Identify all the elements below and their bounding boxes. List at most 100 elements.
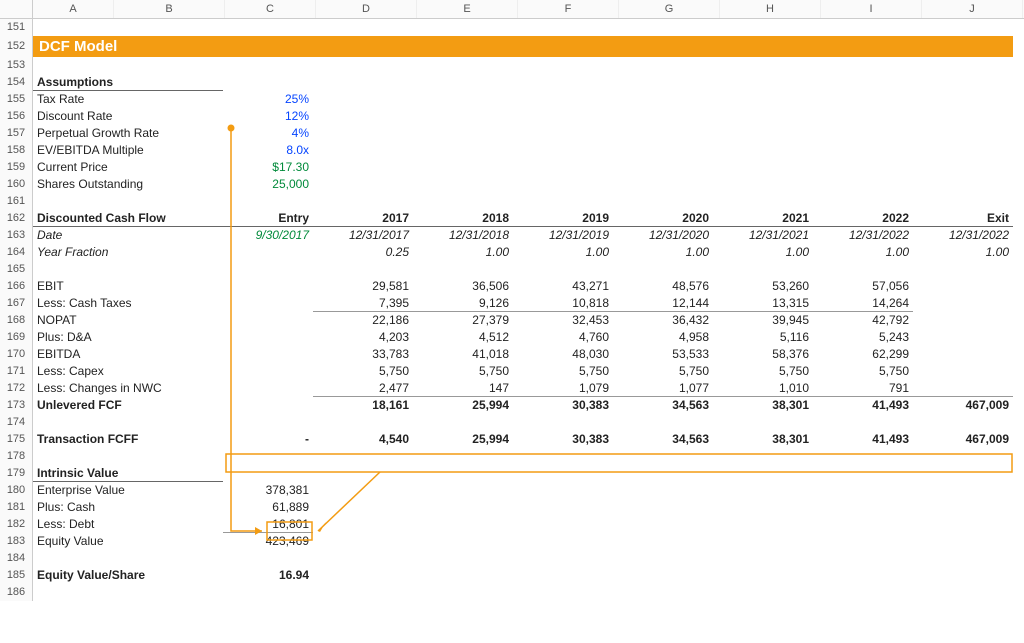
row-header-186[interactable]: 186 [0,584,33,601]
row-header-156[interactable]: 156 [0,108,33,125]
dcf-label-yfrac[interactable]: Year Fraction [33,244,223,261]
assumption-value-pgrowth[interactable]: 4% [223,125,313,142]
col-header-C[interactable]: C [225,0,316,18]
dcf-nwc-exit[interactable] [913,380,1013,397]
dcf-nwc-y2020[interactable]: 1,077 [613,380,713,397]
row-header-163[interactable]: 163 [0,227,33,244]
dcf-ebit-y2020[interactable]: 48,576 [613,278,713,295]
intrinsic-label-equity[interactable]: Equity Value [33,533,223,550]
dcf-tfcff-y2020[interactable]: 34,563 [613,431,713,448]
dcf-da-y2022[interactable]: 5,243 [813,329,913,346]
dcf-capex-y2019[interactable]: 5,750 [513,363,613,380]
intrinsic-label-ev[interactable]: Enterprise Value [33,482,223,499]
dcf-yfrac-y2019[interactable]: 1.00 [513,244,613,261]
dcf-yfrac-y2022[interactable]: 1.00 [813,244,913,261]
row-header-165[interactable]: 165 [0,261,33,278]
row-header-158[interactable]: 158 [0,142,33,159]
row-header-155[interactable]: 155 [0,91,33,108]
dcf-date-y2019[interactable]: 12/31/2019 [513,227,613,244]
dcf-yfrac-entry[interactable] [223,244,313,261]
intrinsic-value-debt[interactable]: 16,801 [223,516,313,533]
dcf-date-entry[interactable]: 9/30/2017 [223,227,313,244]
assumption-label-tax_rate[interactable]: Tax Rate [33,91,223,108]
dcf-nopat-y2020[interactable]: 36,432 [613,312,713,329]
row-header-171[interactable]: 171 [0,363,33,380]
row-header-181[interactable]: 181 [0,499,33,516]
row-header-173[interactable]: 173 [0,397,33,414]
dcf-tfcff-entry[interactable]: - [223,431,313,448]
dcf-yfrac-y2017[interactable]: 0.25 [313,244,413,261]
row-header-185[interactable]: 185 [0,567,33,584]
dcf-ufcf-y2019[interactable]: 30,383 [513,397,613,414]
dcf-nopat-y2022[interactable]: 42,792 [813,312,913,329]
dcf-ufcf-exit[interactable]: 467,009 [913,397,1013,414]
intrinsic-value-ev[interactable]: 378,381 [223,482,313,499]
dcf-ebitda-y2022[interactable]: 62,299 [813,346,913,363]
dcf-label-ufcf[interactable]: Unlevered FCF [33,397,223,414]
dcf-date-y2021[interactable]: 12/31/2021 [713,227,813,244]
row-header-175[interactable]: 175 [0,431,33,448]
dcf-ebit-y2022[interactable]: 57,056 [813,278,913,295]
assumption-value-discount_rate[interactable]: 12% [223,108,313,125]
dcf-da-y2019[interactable]: 4,760 [513,329,613,346]
dcf-colhdr-y2021[interactable]: 2021 [713,210,813,227]
intrinsic-value-cash[interactable]: 61,889 [223,499,313,516]
dcf-label-nopat[interactable]: NOPAT [33,312,223,329]
dcf-ebit-y2017[interactable]: 29,581 [313,278,413,295]
row-header-157[interactable]: 157 [0,125,33,142]
row-header-167[interactable]: 167 [0,295,33,312]
dcf-nopat-y2017[interactable]: 22,186 [313,312,413,329]
dcf-da-y2018[interactable]: 4,512 [413,329,513,346]
dcf-ebit-y2021[interactable]: 53,260 [713,278,813,295]
dcf-label-ebit[interactable]: EBIT [33,278,223,295]
col-header-D[interactable]: D [316,0,417,18]
dcf-date-exit[interactable]: 12/31/2022 [913,227,1013,244]
dcf-label-date[interactable]: Date [33,227,223,244]
dcf-ebitda-y2017[interactable]: 33,783 [313,346,413,363]
row-header-178[interactable]: 178 [0,448,33,465]
dcf-colhdr-y2017[interactable]: 2017 [313,210,413,227]
grid-body[interactable]: 151152DCF Model153154Assumptions155Tax R… [0,19,1024,601]
col-header-G[interactable]: G [619,0,720,18]
col-header-B[interactable]: B [114,0,225,18]
assumption-label-price[interactable]: Current Price [33,159,223,176]
dcf-ebit-exit[interactable] [913,278,1013,295]
intrinsic-label-debt[interactable]: Less: Debt [33,516,223,533]
dcf-colhdr-entry[interactable]: Entry [223,210,313,227]
dcf-tfcff-y2021[interactable]: 38,301 [713,431,813,448]
dcf-label-nwc[interactable]: Less: Changes in NWC [33,380,223,397]
dcf-capex-entry[interactable] [223,363,313,380]
dcf-label-ebitda[interactable]: EBITDA [33,346,223,363]
dcf-colhdr-y2022[interactable]: 2022 [813,210,913,227]
assumption-value-shares[interactable]: 25,000 [223,176,313,193]
dcf-taxes-y2020[interactable]: 12,144 [613,295,713,312]
dcf-yfrac-y2020[interactable]: 1.00 [613,244,713,261]
row-header-168[interactable]: 168 [0,312,33,329]
dcf-ufcf-y2017[interactable]: 18,161 [313,397,413,414]
dcf-da-exit[interactable] [913,329,1013,346]
dcf-yfrac-y2018[interactable]: 1.00 [413,244,513,261]
dcf-capex-y2021[interactable]: 5,750 [713,363,813,380]
dcf-ebitda-y2018[interactable]: 41,018 [413,346,513,363]
assumption-value-price[interactable]: $17.30 [223,159,313,176]
dcf-taxes-y2018[interactable]: 9,126 [413,295,513,312]
dcf-da-y2020[interactable]: 4,958 [613,329,713,346]
col-header-I[interactable]: I [821,0,922,18]
dcf-date-y2020[interactable]: 12/31/2020 [613,227,713,244]
dcf-yfrac-y2021[interactable]: 1.00 [713,244,813,261]
row-header-169[interactable]: 169 [0,329,33,346]
dcf-ufcf-y2018[interactable]: 25,994 [413,397,513,414]
intrinsic-label-cash[interactable]: Plus: Cash [33,499,223,516]
dcf-ufcf-y2020[interactable]: 34,563 [613,397,713,414]
row-header-164[interactable]: 164 [0,244,33,261]
dcf-colhdr-y2019[interactable]: 2019 [513,210,613,227]
dcf-label-tfcff[interactable]: Transaction FCFF [33,431,223,448]
row-header-161[interactable]: 161 [0,193,33,210]
dcf-date-y2022[interactable]: 12/31/2022 [813,227,913,244]
intrinsic-value-evps[interactable]: 16.94 [223,567,313,584]
dcf-taxes-entry[interactable] [223,295,313,312]
dcf-nopat-exit[interactable] [913,312,1013,329]
row-header-170[interactable]: 170 [0,346,33,363]
dcf-taxes-y2017[interactable]: 7,395 [313,295,413,312]
assumption-label-shares[interactable]: Shares Outstanding [33,176,223,193]
